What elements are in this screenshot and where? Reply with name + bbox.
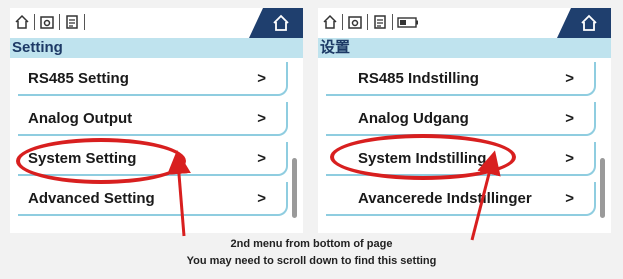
annotation-caption-line2: You may need to scroll down to find this… <box>186 255 437 267</box>
annotation-caption-line1: 2nd menu from bottom of page <box>230 238 393 250</box>
arrow-right <box>470 150 501 241</box>
arrow-left <box>167 150 191 237</box>
